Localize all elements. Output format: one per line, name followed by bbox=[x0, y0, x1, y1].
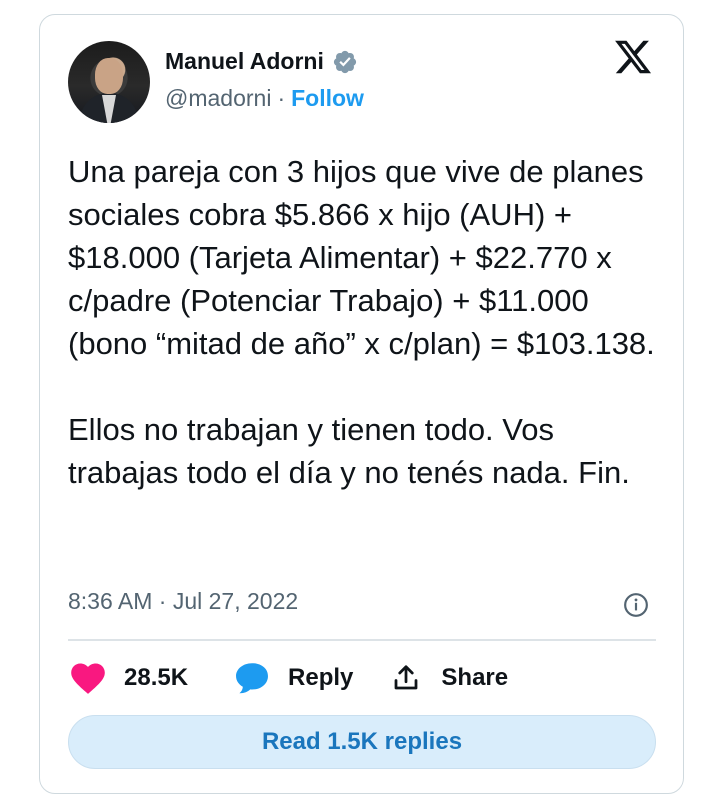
heart-icon bbox=[71, 663, 105, 694]
read-replies-button[interactable]: Read 1.5K replies bbox=[68, 715, 656, 769]
author-handle-row: @madorni · Follow bbox=[165, 85, 364, 112]
share-label: Share bbox=[441, 664, 509, 691]
avatar[interactable] bbox=[68, 41, 150, 123]
author-handle[interactable]: @madorni bbox=[165, 85, 271, 112]
follow-button[interactable]: Follow bbox=[291, 85, 364, 112]
author-name-row: Manuel Adorni bbox=[165, 48, 358, 75]
author-name[interactable]: Manuel Adorni bbox=[165, 48, 324, 75]
reply-label: Reply bbox=[288, 664, 354, 691]
speech-bubble-icon bbox=[236, 663, 269, 694]
verified-badge-icon bbox=[333, 50, 356, 73]
info-icon[interactable] bbox=[623, 592, 649, 618]
tweet-paragraph-2: Ellos no trabajan y tienen todo. Vos tra… bbox=[68, 412, 630, 490]
tweet-card: Manuel Adorni @madorni · Follow Una pare… bbox=[39, 14, 684, 794]
tweet-paragraph-1: Una pareja con 3 hijos que vive de plane… bbox=[68, 154, 655, 361]
separator-dot: · bbox=[277, 85, 286, 111]
tweet-timestamp[interactable]: 8:36 AM · Jul 27, 2022 bbox=[68, 588, 298, 615]
likes-count: 28.5K bbox=[124, 664, 189, 691]
tweet-text: Una pareja con 3 hijos que vive de plane… bbox=[68, 150, 668, 494]
like-button[interactable]: 28.5K bbox=[70, 661, 188, 695]
avatar-face bbox=[95, 58, 123, 94]
divider bbox=[68, 639, 656, 641]
action-bar: 28.5K Reply Share bbox=[70, 655, 508, 701]
x-logo-icon[interactable] bbox=[612, 37, 654, 77]
share-button[interactable]: Share bbox=[391, 662, 508, 694]
reply-button[interactable]: Reply bbox=[234, 661, 353, 695]
share-icon bbox=[395, 665, 418, 690]
